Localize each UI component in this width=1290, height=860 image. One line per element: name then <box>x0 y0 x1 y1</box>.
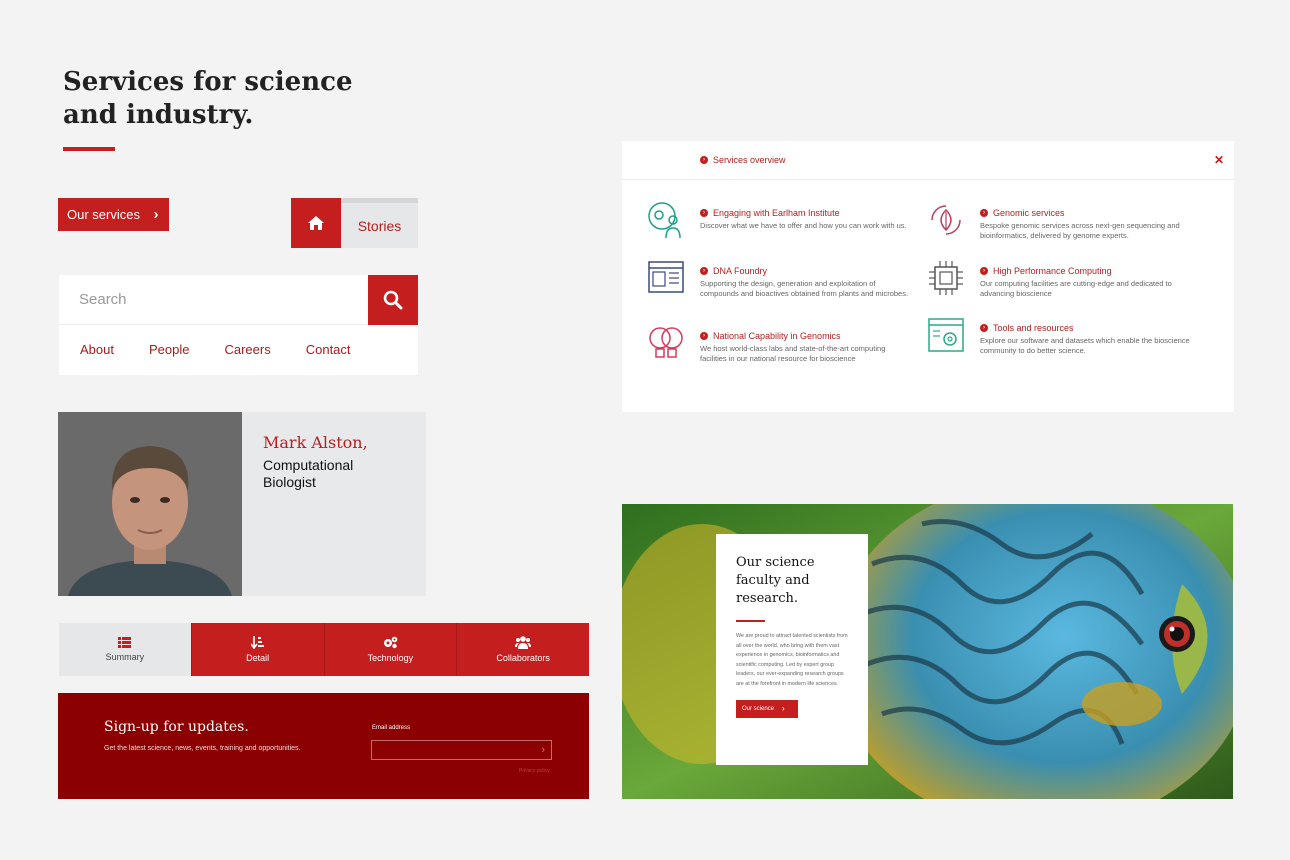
nav-link-about[interactable]: About <box>80 342 114 357</box>
service-title: High Performance Computing <box>993 266 1112 276</box>
home-icon <box>308 216 324 230</box>
tab-summary[interactable]: Summary <box>59 623 191 676</box>
profile-role: Computational Biologist <box>263 457 354 490</box>
privacy-link[interactable]: Privacy policy <box>519 768 550 774</box>
tab-detail-label: Detail <box>246 653 270 663</box>
tab-bar: Summary Detail Technology Collaborators <box>59 623 589 676</box>
users-icon <box>515 636 532 649</box>
our-services-label: Our services <box>67 207 140 222</box>
signup-panel: Sign-up for updates. Get the latest scie… <box>58 693 589 799</box>
browser-gear-icon <box>928 318 964 352</box>
list-icon <box>118 637 132 648</box>
chevron-right-icon[interactable]: › <box>541 744 545 756</box>
service-title: National Capability in Genomics <box>713 331 841 341</box>
service-item-tools[interactable]: › Tools and resources Explore our softwar… <box>928 318 1220 356</box>
our-science-label: Our science <box>742 705 775 712</box>
tab-technology-label: Technology <box>367 653 414 663</box>
chip-icon <box>929 261 963 295</box>
page-title: Services for science and industry. <box>63 67 353 130</box>
email-label: Email address <box>372 725 411 731</box>
services-overview-title[interactable]: › Services overview <box>700 155 786 165</box>
fish-image <box>622 504 1233 799</box>
home-button[interactable] <box>291 198 341 248</box>
tab-detail[interactable]: Detail <box>190 623 324 676</box>
service-desc: Supporting the design, generation and ex… <box>700 279 909 298</box>
service-desc: We host world-class labs and state-of-th… <box>700 344 886 363</box>
science-text: We are proud to attract talented scienti… <box>736 633 848 687</box>
chevron-circle-icon: › <box>700 156 708 164</box>
search-button[interactable] <box>368 275 418 325</box>
tab-collaborators[interactable]: Collaborators <box>456 623 589 676</box>
service-item-engaging[interactable]: › Engaging with Earlham Institute Discove… <box>648 202 940 239</box>
chevron-right-icon: › <box>153 206 159 223</box>
search-panel: About People Careers Contact <box>59 275 418 375</box>
search-input[interactable] <box>59 275 368 324</box>
dna-panel-icon <box>648 261 684 293</box>
email-field[interactable]: › <box>364 740 552 760</box>
signup-title: Sign-up for updates. <box>104 719 249 735</box>
service-title: Engaging with Earlham Institute <box>713 208 840 218</box>
our-services-button[interactable]: Our services › <box>58 198 169 231</box>
service-item-national-capability[interactable]: › National Capability in Genomics We host… <box>649 327 940 364</box>
service-item-hpc[interactable]: › High Performance Computing Our computin… <box>929 261 1220 299</box>
nav-link-contact[interactable]: Contact <box>306 342 351 357</box>
lightbulb-dna-icon <box>649 327 683 358</box>
quick-nav: About People Careers Contact <box>59 325 418 357</box>
science-card: Our science faculty and research. We are… <box>716 534 868 765</box>
tab-technology[interactable]: Technology <box>323 623 457 676</box>
title-underline <box>63 147 115 151</box>
services-overview-panel: › Services overview ✕ › Engaging with Ear… <box>622 141 1234 412</box>
chevron-right-icon: › <box>782 704 785 714</box>
service-desc: Explore our software and datasets which … <box>980 336 1190 355</box>
cogs-icon <box>383 636 398 649</box>
profile-card[interactable]: Mark Alston, Computational Biologist <box>58 412 426 596</box>
search-icon <box>383 290 403 310</box>
service-title: Genomic services <box>993 208 1065 218</box>
our-science-button[interactable]: Our science › <box>736 699 798 718</box>
tab-summary-label: Summary <box>105 652 145 662</box>
service-desc: Bespoke genomic services across next-gen… <box>980 221 1180 240</box>
science-title: Our science faculty and research. <box>736 555 815 606</box>
email-input[interactable] <box>364 741 542 759</box>
close-icon[interactable]: ✕ <box>1214 153 1224 167</box>
stories-button[interactable]: Stories <box>341 198 418 248</box>
service-title: Tools and resources <box>993 323 1074 333</box>
avatar <box>58 412 242 596</box>
nav-link-careers[interactable]: Careers <box>224 342 270 357</box>
service-item-dna-foundry[interactable]: › DNA Foundry Supporting the design, gene… <box>648 261 940 299</box>
home-stories-toggle: Stories <box>291 198 418 248</box>
service-title: DNA Foundry <box>713 266 768 276</box>
service-desc: Our computing facilities are cutting-edg… <box>980 279 1172 298</box>
science-underline <box>736 620 765 622</box>
profile-name: Mark Alston, <box>263 433 368 452</box>
science-feature: Our science faculty and research. We are… <box>622 504 1233 799</box>
sort-icon <box>251 636 265 649</box>
nav-link-people[interactable]: People <box>149 342 189 357</box>
leaf-cycle-icon <box>931 205 961 235</box>
tab-collaborators-label: Collaborators <box>496 653 550 663</box>
service-desc: Discover what we have to offer and how y… <box>700 221 907 230</box>
person-gear-icon <box>648 202 681 239</box>
signup-subtitle: Get the latest science, news, events, tr… <box>104 745 301 752</box>
services-overview-label: Services overview <box>713 155 786 165</box>
service-item-genomic[interactable]: › Genomic services Bespoke genomic servic… <box>931 205 1220 241</box>
